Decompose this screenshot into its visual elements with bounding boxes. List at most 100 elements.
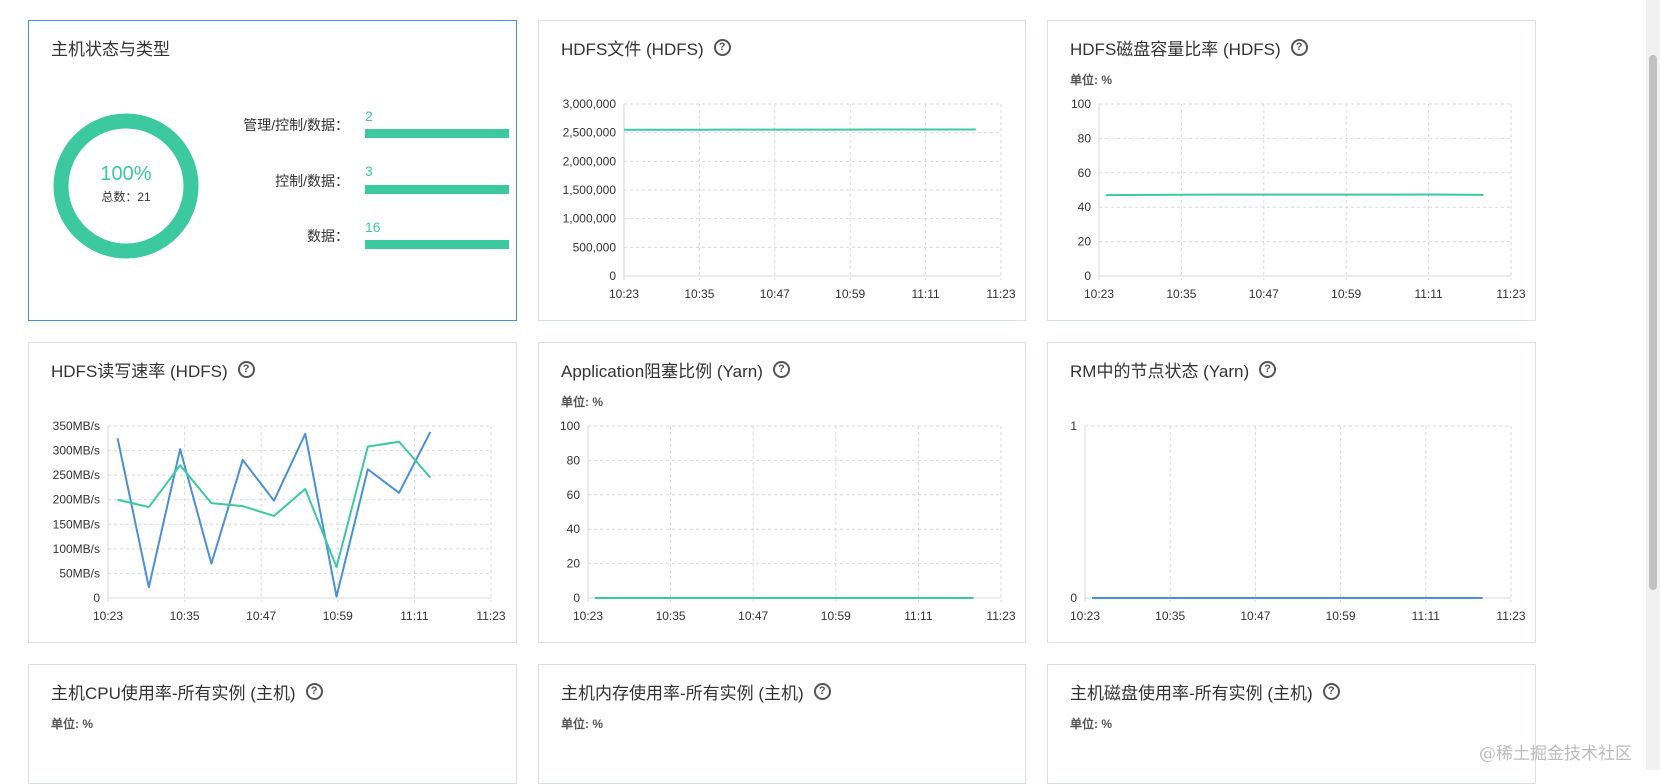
y-tick-label: 80 — [567, 453, 581, 467]
host-disk-panel[interactable]: 主机磁盘使用率-所有实例 (主机)? 单位: % — [1047, 664, 1536, 784]
row-bar-ctrl[interactable] — [365, 185, 509, 194]
y-tick-label: 60 — [1078, 166, 1092, 180]
hdfs-rw-chart: 0 50MB/s 100MB/s 150MB/s 200MB/s 250MB/s 300MB… — [29, 343, 517, 643]
y-tick-label: 20 — [1078, 235, 1092, 249]
y-tick-label: 2,500,000 — [563, 126, 617, 140]
y-tick-label: 0 — [1084, 269, 1091, 283]
host-mem-panel[interactable]: 主机内存使用率-所有实例 (主机)? 单位: % — [538, 664, 1026, 784]
y-tick-label: 100 — [560, 419, 580, 433]
x-tick-label: 10:35 — [656, 609, 686, 623]
help-icon[interactable]: ? — [1323, 683, 1340, 700]
watermark: @稀土掘金技术社区 — [1479, 739, 1632, 764]
row-label-ctrl: 控制/数据： — [229, 171, 349, 191]
x-tick-label: 11:23 — [986, 287, 1015, 301]
y-tick-label: 60 — [567, 488, 581, 502]
x-tick-label: 10:35 — [170, 609, 200, 623]
x-tick-label: 10:35 — [684, 287, 714, 301]
series-line-0 — [1106, 194, 1484, 195]
x-tick-label: 10:59 — [1331, 287, 1361, 301]
app-block-chart: 02040608010010:2310:3510:4710:5911:1111:… — [539, 343, 1026, 643]
y-tick-label: 100 — [1071, 97, 1091, 111]
y-tick-label: 500,000 — [573, 240, 617, 254]
panel-title-text: 主机内存使用率-所有实例 (主机) — [561, 679, 804, 704]
x-tick-label: 10:35 — [1166, 287, 1196, 301]
x-tick-label: 10:47 — [1249, 287, 1279, 301]
hdfs-disk-panel[interactable]: HDFS磁盘容量比率 (HDFS)? 单位: % 02040608010010:… — [1047, 20, 1536, 321]
panel-title: 主机内存使用率-所有实例 (主机)? — [561, 679, 831, 704]
row-value-mgmt: 2 — [365, 108, 373, 124]
donut-total-value: 21 — [137, 190, 150, 204]
host-status-panel[interactable]: 主机状态与类型 100% 总数：21 管理/控制/数据： 2 控制/数据： 3 … — [28, 20, 517, 321]
y-tick-label: 40 — [567, 522, 581, 536]
y-tick-label: 0 — [93, 591, 100, 605]
x-tick-label: 10:47 — [1240, 609, 1270, 623]
y-tick-label: 0 — [609, 269, 616, 283]
y-tick-label: 0 — [573, 591, 580, 605]
row-value-ctrl: 3 — [365, 163, 373, 179]
hdfs-rw-panel[interactable]: HDFS读写速率 (HDFS)? 050MB/s100MB/s150MB/s20… — [28, 342, 517, 643]
donut-total-label: 总数： — [101, 190, 137, 204]
y-tick-label: 200MB/s — [53, 493, 100, 507]
rm-nodes-panel[interactable]: RM中的节点状态 (Yarn)? 0110:2310:3510:4710:591… — [1047, 342, 1536, 643]
y-tick-label: 100MB/s — [53, 542, 100, 556]
host-donut-chart — [46, 106, 206, 266]
y-tick-label: 40 — [1078, 200, 1092, 214]
x-tick-label: 11:11 — [1414, 287, 1443, 301]
x-tick-label: 10:35 — [1155, 609, 1185, 623]
panel-title-text: 主机磁盘使用率-所有实例 (主机) — [1070, 679, 1313, 704]
panel-title: 主机磁盘使用率-所有实例 (主机)? — [1070, 679, 1340, 704]
y-tick-label: 1 — [1070, 419, 1077, 433]
donut-ring — [61, 121, 191, 251]
y-tick-label: 300MB/s — [53, 444, 100, 458]
x-tick-label: 11:11 — [1412, 609, 1441, 623]
y-tick-label: 250MB/s — [53, 468, 100, 482]
panel-title-text: 主机CPU使用率-所有实例 (主机) — [51, 679, 296, 704]
help-icon[interactable]: ? — [814, 683, 831, 700]
y-tick-label: 20 — [567, 557, 581, 571]
app-block-panel[interactable]: Application阻塞比例 (Yarn)? 单位: % 0204060801… — [538, 342, 1026, 643]
row-label-mgmt: 管理/控制/数据： — [229, 115, 349, 135]
x-tick-label: 10:59 — [323, 609, 353, 623]
panel-title: 主机状态与类型 — [51, 35, 170, 60]
help-icon[interactable]: ? — [306, 683, 323, 700]
x-tick-label: 10:59 — [821, 609, 851, 623]
panel-title: 主机CPU使用率-所有实例 (主机)? — [51, 679, 323, 704]
row-bar-mgmt[interactable] — [365, 129, 509, 138]
x-tick-label: 11:23 — [1496, 609, 1525, 623]
x-tick-label: 11:23 — [476, 609, 505, 623]
scrollbar-thumb[interactable] — [1649, 55, 1657, 590]
x-tick-label: 10:23 — [609, 287, 639, 301]
y-tick-label: 0 — [1070, 591, 1077, 605]
hdfs-files-panel[interactable]: HDFS文件 (HDFS)? 0500,0001,000,0001,500,00… — [538, 20, 1026, 321]
y-tick-label: 350MB/s — [53, 419, 100, 433]
x-tick-label: 10:23 — [93, 609, 123, 623]
x-tick-label: 10:59 — [835, 287, 865, 301]
unit-label: 单位: % — [561, 715, 603, 732]
row-value-data: 16 — [365, 219, 381, 235]
host-cpu-panel[interactable]: 主机CPU使用率-所有实例 (主机)? 单位: % — [28, 664, 517, 784]
row-label-data: 数据： — [229, 226, 349, 246]
x-tick-label: 10:23 — [1084, 287, 1114, 301]
y-tick-label: 3,000,000 — [563, 97, 617, 111]
x-tick-label: 11:23 — [1496, 287, 1525, 301]
y-tick-label: 50MB/s — [59, 566, 100, 580]
donut-total: 总数：21 — [46, 188, 206, 205]
series-line-0 — [118, 432, 431, 597]
donut-percent: 100% — [46, 163, 206, 186]
page-scrollbar[interactable] — [1646, 0, 1660, 770]
y-tick-label: 150MB/s — [53, 517, 100, 531]
hdfs-disk-chart: 0 20 40 60 80 100 10:23 10:35 10:47 10:59 11:11 11:… — [1048, 21, 1536, 321]
y-tick-label: 1,000,000 — [563, 212, 617, 226]
hdfs-files-chart: 0500,0001,000,0001,500,0002,000,0002,500… — [539, 21, 1026, 321]
x-tick-label: 11:23 — [986, 609, 1015, 623]
x-tick-label: 10:47 — [246, 609, 276, 623]
x-tick-label: 10:59 — [1326, 609, 1356, 623]
x-tick-label: 10:23 — [1070, 609, 1100, 623]
x-tick-label: 11:11 — [400, 609, 429, 623]
series-line-1 — [118, 442, 431, 567]
row-bar-data[interactable] — [365, 240, 509, 249]
rm-nodes-chart: 0 1 10:23 10:35 10:47 10:59 11:11 11:23 — [1048, 343, 1536, 643]
y-tick-label: 1,500,000 — [563, 183, 617, 197]
y-tick-label: 80 — [1078, 131, 1092, 145]
x-tick-label: 10:47 — [738, 609, 768, 623]
